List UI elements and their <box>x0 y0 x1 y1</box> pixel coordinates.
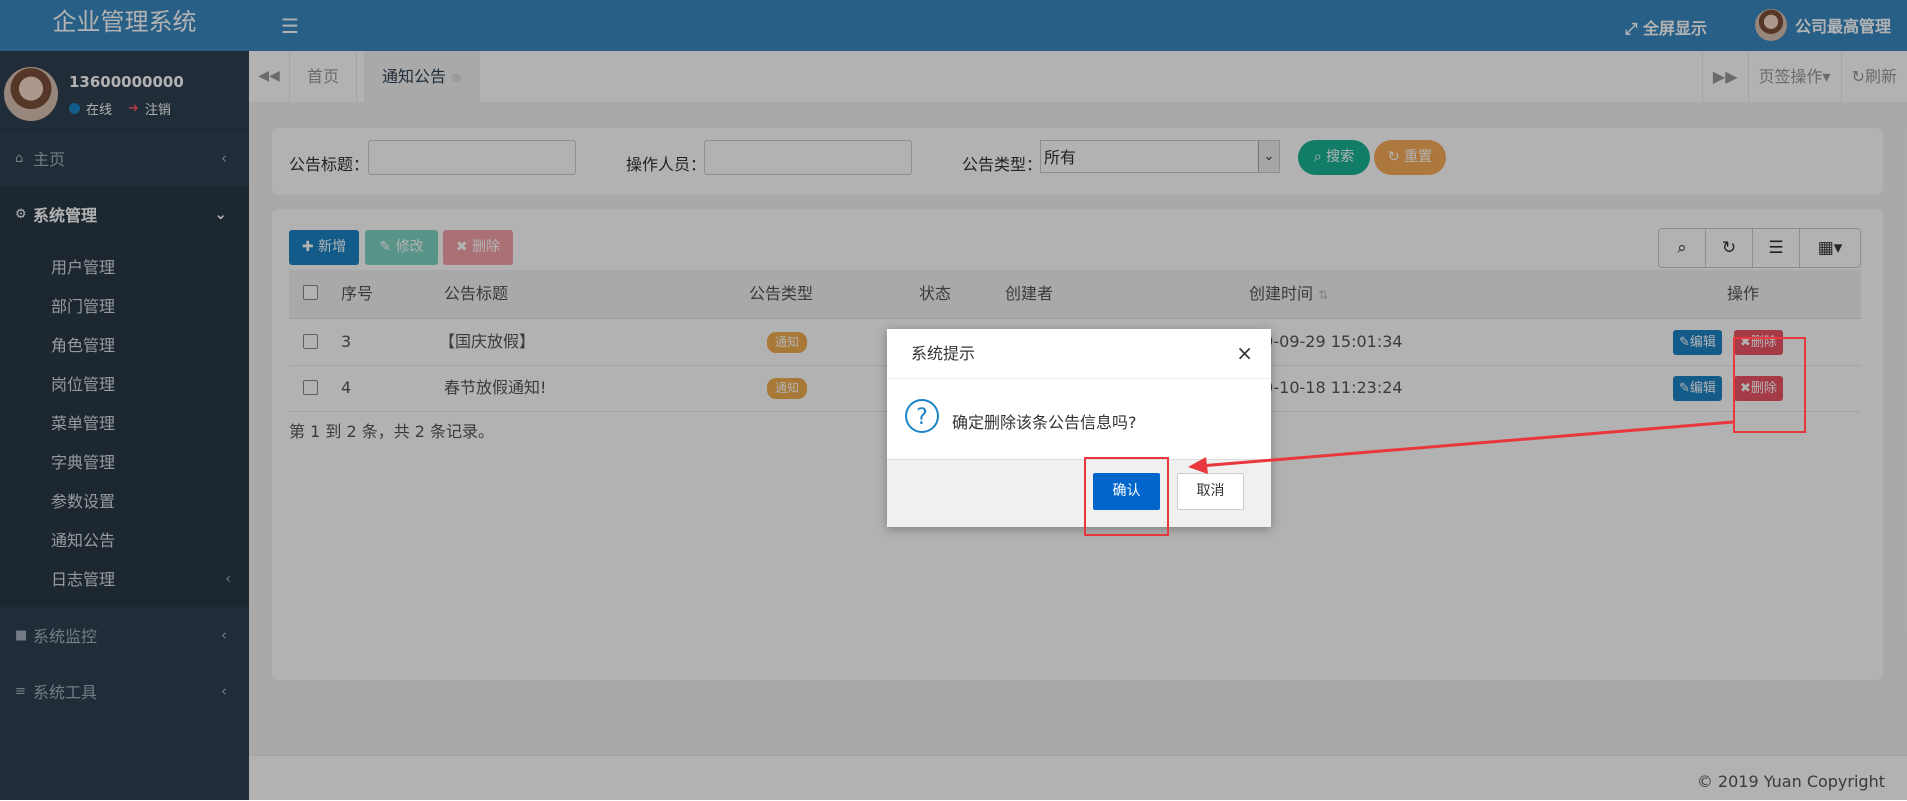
annotation-arrow <box>1188 420 1734 474</box>
